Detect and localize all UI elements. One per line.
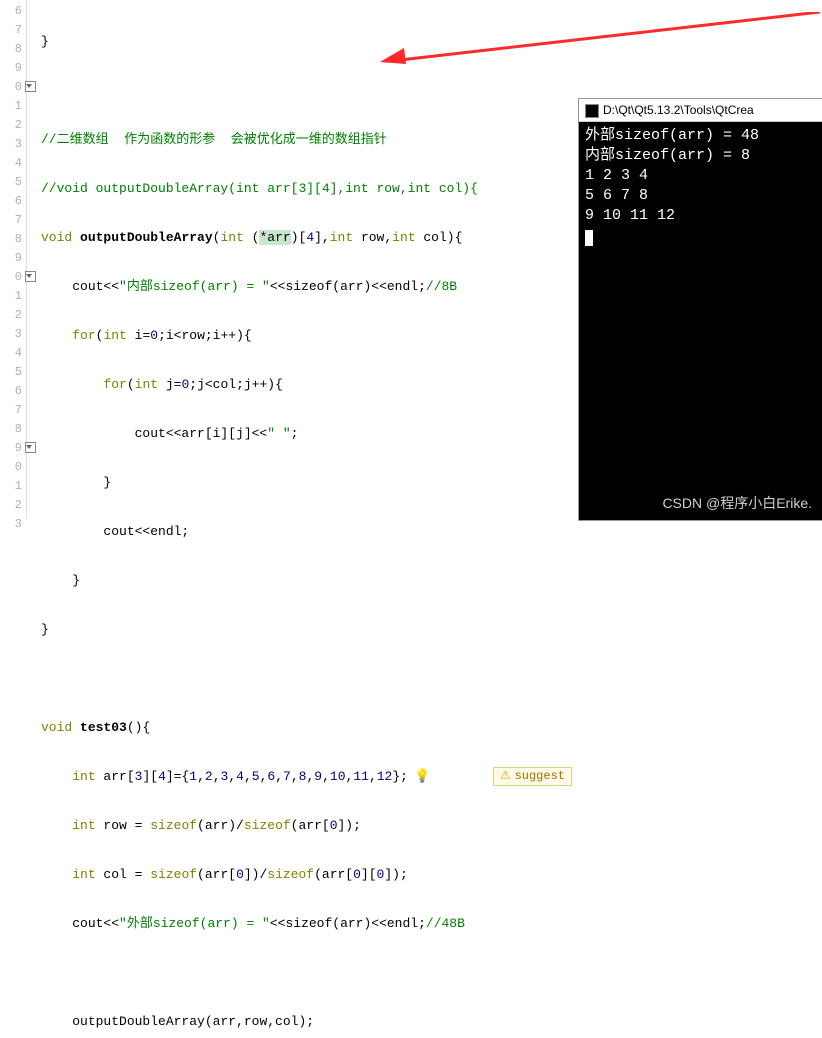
line-number: 9	[0, 439, 26, 458]
code-line: cout<<endl;	[41, 522, 572, 541]
line-number: 7	[0, 211, 26, 230]
console-line: 外部sizeof(arr) = 48	[585, 126, 817, 146]
line-number: 4	[0, 344, 26, 363]
fold-icon[interactable]	[25, 271, 36, 282]
warning-icon: ⚠	[500, 769, 511, 783]
line-number: 9	[0, 249, 26, 268]
line-number: 1	[0, 477, 26, 496]
code-line: cout<<arr[i][j]<<" ";	[41, 424, 572, 443]
console-line: 1 2 3 4	[585, 166, 817, 186]
code-line	[41, 669, 572, 688]
code-line: for(int j=0;j<col;j++){	[41, 375, 572, 394]
suggest-hint[interactable]: ⚠suggest	[493, 767, 572, 786]
line-number: 3	[0, 515, 26, 534]
code-line: }	[41, 620, 572, 639]
console-output[interactable]: 外部sizeof(arr) = 48内部sizeof(arr) = 81 2 3…	[579, 122, 822, 250]
code-line: int arr[3][4]={1,2,3,4,5,6,7,8,9,10,11,1…	[41, 767, 572, 786]
line-number: 0	[0, 78, 26, 97]
line-number-gutter: 6 7 8 9 0 1 2 3 4 5 6 7 8 9 0 1 2 3 4 5 …	[0, 0, 27, 519]
code-area[interactable]: } //二维数组 作为函数的形参 会被优化成一维的数组指针 //void out…	[27, 0, 572, 519]
line-number: 1	[0, 287, 26, 306]
fold-icon[interactable]	[25, 81, 36, 92]
line-number: 9	[0, 59, 26, 78]
console-line: 内部sizeof(arr) = 8	[585, 146, 817, 166]
line-number: 0	[0, 268, 26, 287]
console-title-text: D:\Qt\Qt5.13.2\Tools\QtCrea	[603, 103, 754, 117]
console-app-icon	[585, 104, 599, 118]
console-window: D:\Qt\Qt5.13.2\Tools\QtCrea 外部sizeof(arr…	[578, 98, 822, 521]
code-line: outputDoubleArray(arr,row,col);	[41, 1012, 572, 1031]
line-number: 5	[0, 173, 26, 192]
line-number: 2	[0, 496, 26, 515]
code-line: }	[41, 473, 572, 492]
cursor-icon	[585, 230, 593, 246]
code-comment: //void outputDoubleArray(int arr[3][4],i…	[41, 179, 572, 198]
fold-icon[interactable]	[25, 442, 36, 453]
line-number: 3	[0, 135, 26, 154]
line-number: 8	[0, 420, 26, 439]
line-number: 7	[0, 401, 26, 420]
code-line: int col = sizeof(arr[0])/sizeof(arr[0][0…	[41, 865, 572, 884]
code-comment: //二维数组 作为函数的形参 会被优化成一维的数组指针	[41, 130, 572, 149]
line-number: 6	[0, 192, 26, 211]
line-number: 6	[0, 2, 26, 21]
line-number: 5	[0, 363, 26, 382]
code-line: }	[41, 571, 572, 590]
code-line	[41, 81, 572, 100]
code-line: void test03(){	[41, 718, 572, 737]
code-line: }	[41, 32, 572, 51]
watermark-text: CSDN @程序小白Erike.	[662, 493, 812, 513]
line-number: 2	[0, 306, 26, 325]
console-titlebar[interactable]: D:\Qt\Qt5.13.2\Tools\QtCrea	[579, 99, 822, 122]
code-line: for(int i=0;i<row;i++){	[41, 326, 572, 345]
line-number: 1	[0, 97, 26, 116]
code-line: cout<<"外部sizeof(arr) = "<<sizeof(arr)<<e…	[41, 914, 572, 933]
line-number: 0	[0, 458, 26, 477]
line-number: 2	[0, 116, 26, 135]
code-line: int row = sizeof(arr)/sizeof(arr[0]);	[41, 816, 572, 835]
line-number: 8	[0, 40, 26, 59]
code-editor[interactable]: 6 7 8 9 0 1 2 3 4 5 6 7 8 9 0 1 2 3 4 5 …	[0, 0, 572, 519]
console-line: 9 10 11 12	[585, 206, 817, 226]
line-number: 8	[0, 230, 26, 249]
line-number: 7	[0, 21, 26, 40]
console-line: 5 6 7 8	[585, 186, 817, 206]
code-line	[41, 963, 572, 982]
code-line: cout<<"内部sizeof(arr) = "<<sizeof(arr)<<e…	[41, 277, 572, 296]
line-number: 4	[0, 154, 26, 173]
line-number: 3	[0, 325, 26, 344]
code-line: void outputDoubleArray(int (*arr)[4],int…	[41, 228, 572, 247]
lightbulb-icon[interactable]: 💡	[414, 767, 428, 781]
line-number: 6	[0, 382, 26, 401]
